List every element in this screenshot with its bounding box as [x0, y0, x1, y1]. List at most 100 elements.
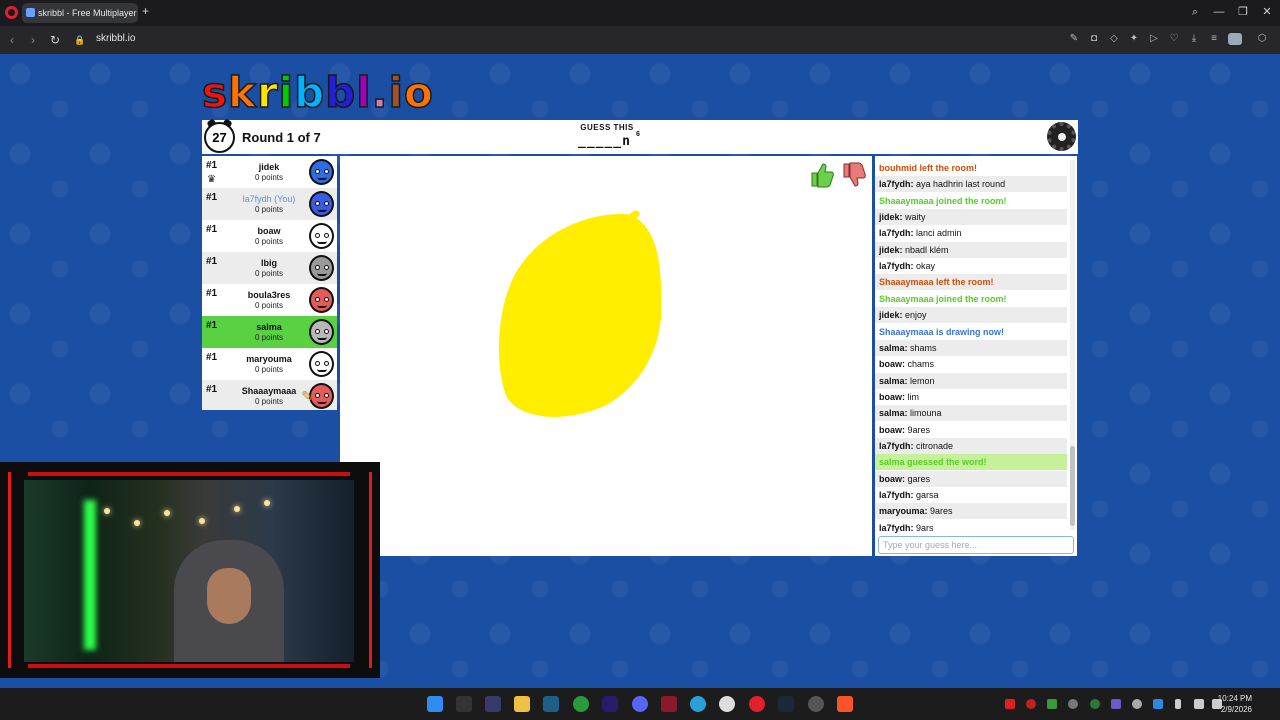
chat-author: boaw: — [879, 391, 905, 402]
guess-input[interactable] — [878, 536, 1074, 554]
thumbs-down-icon[interactable] — [840, 161, 868, 189]
lightroom-icon[interactable] — [543, 696, 559, 712]
drawing-canvas[interactable] — [340, 156, 872, 556]
close-window-button[interactable]: ✕ — [1259, 4, 1275, 20]
xbox-icon[interactable] — [573, 696, 589, 712]
app-icon-3[interactable] — [808, 696, 824, 712]
epic-games-icon[interactable] — [456, 696, 472, 712]
tray-gear-icon[interactable] — [1132, 699, 1142, 709]
lock-icon: 🔒 — [74, 35, 86, 45]
player-avatar-icon — [309, 287, 334, 313]
player-rank: #1 — [206, 160, 218, 171]
forward-button[interactable]: › — [25, 32, 41, 48]
chat-author: la7fydh: — [879, 490, 914, 500]
play-icon[interactable]: ▷ — [1148, 33, 1160, 45]
tray-icon-f[interactable] — [1153, 699, 1163, 709]
chat-text: Shaaaymaaa left the room! — [879, 277, 994, 288]
heart-icon[interactable]: ♡ — [1168, 33, 1180, 45]
player-avatar-icon — [309, 223, 334, 249]
tray-icon-c[interactable] — [1068, 699, 1078, 709]
obs-icon[interactable] — [719, 696, 735, 712]
chat-message: la7fydh: lanci admin — [875, 225, 1067, 241]
discord-icon[interactable] — [632, 696, 648, 712]
player-avatar-icon — [309, 255, 334, 281]
opera-taskbar-icon[interactable] — [749, 696, 765, 712]
skribbl-favicon-icon — [26, 8, 35, 17]
player-row[interactable]: #1 boaw 0 points — [202, 220, 337, 252]
logo-letter: . — [371, 67, 389, 118]
new-tab-button[interactable]: + — [140, 5, 151, 17]
premiere-icon[interactable] — [602, 696, 618, 712]
microphone-icon[interactable] — [1175, 699, 1181, 709]
telegram-icon[interactable] — [690, 696, 706, 712]
chat-scrollbar-thumb[interactable] — [1070, 446, 1075, 526]
player-points: 0 points — [254, 237, 284, 246]
player-points: 0 points — [254, 301, 284, 310]
steam-icon[interactable] — [778, 696, 794, 712]
menu-icon[interactable]: ≡ — [1208, 33, 1220, 45]
player-row[interactable]: #1 maryouma 0 points — [202, 348, 337, 380]
extension-icon[interactable]: ✦ — [1128, 33, 1140, 45]
profile-icon[interactable] — [1228, 33, 1242, 45]
chat-message: Shaaaymaaa joined the room! — [875, 193, 1067, 209]
app-icon[interactable] — [485, 696, 501, 712]
player-name: la7fydh (You) — [242, 194, 296, 204]
tray-icon-b[interactable] — [1047, 699, 1057, 709]
player-rank: #1 — [206, 320, 218, 331]
tray-record-icon[interactable] — [1005, 699, 1015, 709]
chat-message: la7fydh: 9ars — [875, 520, 1067, 534]
chat-list[interactable]: bouhmid left the room! la7fydh: aya hadhr… — [875, 156, 1069, 534]
minimize-button[interactable]: — — [1211, 4, 1227, 20]
player-points: 0 points — [254, 269, 284, 278]
player-row[interactable]: #1 boula3res 0 points — [202, 284, 337, 316]
chat-text: salma guessed the word! — [879, 457, 987, 468]
address-bar: ‹ › ↻ 🔒 skribbl.io ✎ ◘ ◇ ✦ ▷ ♡ ⤓ ≡ ⬡ — [0, 26, 1280, 54]
tray-icon-a[interactable] — [1026, 699, 1036, 709]
player-points: 0 points — [254, 397, 284, 406]
chat-message: salma: shams — [875, 339, 1067, 356]
chat-message: jidek: nbadl klém — [875, 241, 1067, 258]
url-field[interactable]: skribbl.io — [96, 33, 135, 44]
player-row[interactable]: #1 Shaaaymaaa 0 points ✎ — [202, 380, 337, 410]
opera-logo-icon[interactable] — [5, 6, 18, 19]
chat-message: salma guessed the word! — [875, 454, 1067, 471]
settings-gear-icon[interactable] — [1047, 122, 1076, 151]
player-row[interactable]: #1 ♛ jidek 0 points — [202, 156, 337, 188]
chat-text: enjoy — [902, 310, 927, 321]
download-icon[interactable]: ⤓ — [1188, 33, 1200, 45]
game-header: 27 Round 1 of 7 GUESS THIS _____n 6 — [202, 120, 1078, 154]
cube-icon[interactable]: ⬡ — [1256, 33, 1268, 45]
round-indicator: Round 1 of 7 — [242, 130, 321, 145]
chat-text: chams — [905, 359, 935, 370]
camera-icon[interactable]: ◘ — [1088, 33, 1100, 45]
skribbl-page: skribbl.io 27 Round 1 of 7 GUESS THIS __… — [0, 54, 1280, 688]
tray-icon-d[interactable] — [1090, 699, 1100, 709]
taskbar-clock[interactable]: 10:24 PM 2/9/2026 — [1218, 693, 1252, 715]
restore-button[interactable]: ❐ — [1235, 4, 1251, 20]
player-row[interactable]: #1 salma 0 points — [202, 316, 337, 348]
logo-letter: b — [324, 67, 357, 118]
player-avatar-icon — [309, 319, 334, 345]
shield-icon[interactable]: ◇ — [1108, 33, 1120, 45]
start-menu-icon[interactable] — [427, 696, 443, 712]
reload-button[interactable]: ↻ — [47, 32, 63, 48]
file-explorer-icon[interactable] — [514, 696, 530, 712]
player-rank: #1 — [206, 288, 218, 299]
edit-icon[interactable]: ✎ — [1068, 33, 1080, 45]
network-icon[interactable] — [1194, 699, 1204, 709]
player-row[interactable]: #1 lbig 0 points — [202, 252, 337, 284]
logo-letter: k — [227, 67, 257, 118]
chat-text: Shaaaymaaa is drawing now! — [879, 326, 1005, 337]
app-icon-2[interactable] — [661, 696, 677, 712]
player-row[interactable]: #1 la7fydh (You) 0 points — [202, 188, 337, 220]
search-tabs-icon[interactable]: ⌕ — [1187, 4, 1203, 20]
thumbs-up-icon[interactable] — [808, 161, 836, 189]
browser-tab[interactable]: skribbl - Free Multiplayer — [22, 3, 138, 23]
chat-text: lemon — [907, 375, 935, 386]
player-avatar-icon — [309, 159, 334, 185]
brave-icon[interactable] — [837, 696, 853, 712]
back-button[interactable]: ‹ — [4, 32, 20, 48]
webcam-overlay — [0, 462, 380, 678]
player-name: salma — [256, 322, 282, 332]
tray-icon-e[interactable] — [1111, 699, 1121, 709]
